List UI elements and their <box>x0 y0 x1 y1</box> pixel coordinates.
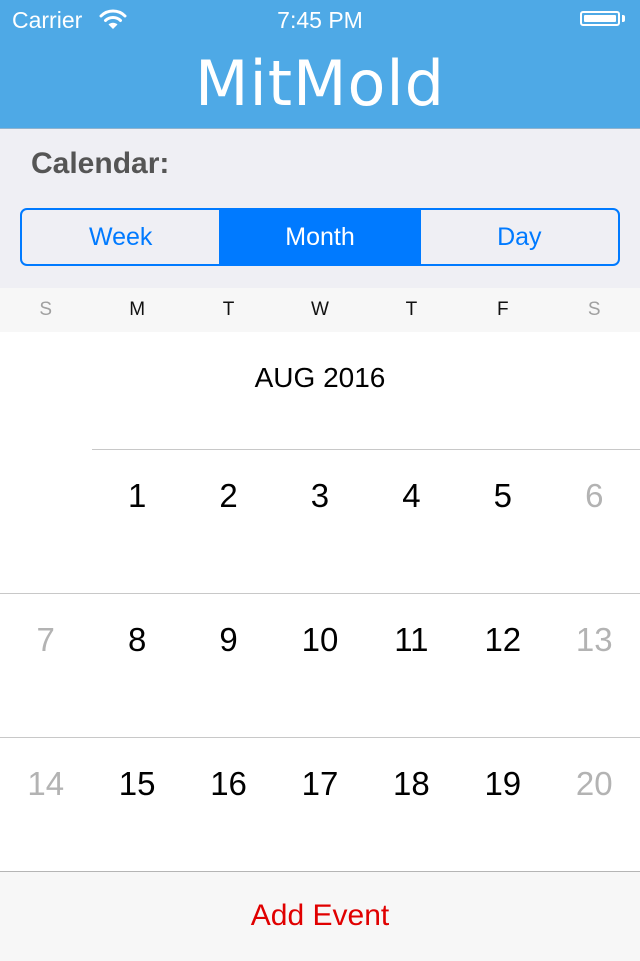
day-cell[interactable]: 2 <box>183 449 274 593</box>
day-cell[interactable]: 11 <box>366 593 457 737</box>
calendar-label: Calendar: <box>31 147 170 180</box>
day-cell[interactable]: 5 <box>457 449 548 593</box>
week-row: 1 2 3 4 5 6 <box>0 449 640 593</box>
day-cell[interactable]: 20 <box>549 737 640 881</box>
app-title: MitMold <box>194 47 446 120</box>
segment-day[interactable]: Day <box>418 210 618 264</box>
battery-tip <box>622 15 625 22</box>
day-cell[interactable]: 14 <box>0 737 91 881</box>
day-cell[interactable]: 19 <box>457 737 548 881</box>
app-header: Carrier 7:45 PM MitMold <box>0 0 640 129</box>
day-cell[interactable]: 7 <box>0 593 91 737</box>
segment-week[interactable]: Week <box>22 210 219 264</box>
clock: 7:45 PM <box>277 7 363 33</box>
status-bar: Carrier 7:45 PM <box>0 0 640 40</box>
month-title: AUG 2016 <box>254 362 386 393</box>
day-cell[interactable]: 9 <box>183 593 274 737</box>
row-divider <box>0 737 640 738</box>
weekday-label: S <box>39 299 53 320</box>
weekday-header: S M T W T F S <box>0 288 640 332</box>
day-cell[interactable]: 17 <box>274 737 365 881</box>
view-mode-segmented-control: Week Month Day <box>20 208 620 266</box>
add-event-button[interactable]: Add Event <box>251 899 389 935</box>
weekday-label: M <box>129 299 146 320</box>
day-cell[interactable]: 6 <box>549 449 640 593</box>
weekday-label: S <box>587 299 601 320</box>
weekday-label: T <box>405 299 418 320</box>
weekday-label: T <box>222 299 235 320</box>
week-row: 7 8 9 10 11 12 13 <box>0 593 640 737</box>
week-row: 14 15 16 17 18 19 20 <box>0 737 640 881</box>
battery-fill <box>584 15 616 22</box>
battery-icon <box>580 11 620 26</box>
day-cell[interactable]: 10 <box>274 593 365 737</box>
day-cell[interactable]: 13 <box>549 593 640 737</box>
day-cell[interactable]: 12 <box>457 593 548 737</box>
segment-month[interactable]: Month <box>219 210 419 264</box>
calendar-controls: Calendar: Week Month Day <box>0 129 640 288</box>
row-divider <box>92 449 640 450</box>
day-cell[interactable]: 18 <box>366 737 457 881</box>
weekday-label: F <box>497 299 509 320</box>
day-cell[interactable]: 1 <box>91 449 182 593</box>
day-cell[interactable]: 15 <box>91 737 182 881</box>
day-cell-empty <box>0 449 91 593</box>
day-cell[interactable]: 16 <box>183 737 274 881</box>
weekday-label: W <box>311 299 329 320</box>
day-cell[interactable]: 8 <box>91 593 182 737</box>
day-cell[interactable]: 4 <box>366 449 457 593</box>
row-divider <box>0 593 640 594</box>
day-cell[interactable]: 3 <box>274 449 365 593</box>
bottom-toolbar: Add Event <box>0 871 640 961</box>
